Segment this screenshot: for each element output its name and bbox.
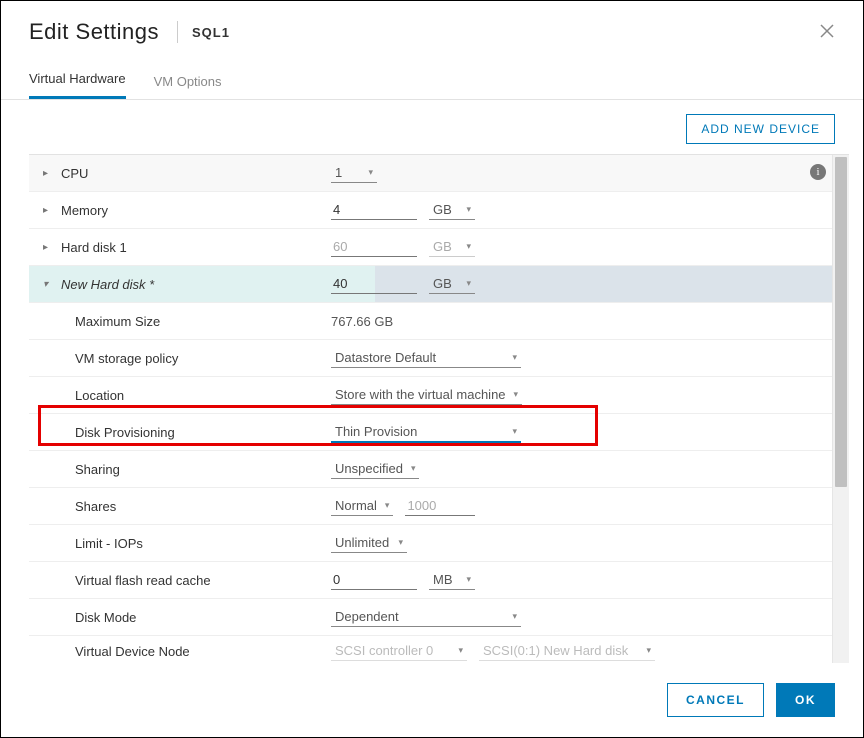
shares-level-select[interactable]: Normal▾ (331, 496, 393, 516)
virtual-flash-label: Virtual flash read cache (75, 573, 211, 588)
memory-unit-select[interactable]: GB▾ (429, 200, 475, 220)
shares-label: Shares (75, 499, 116, 514)
chevron-right-icon: ▸ (43, 205, 53, 216)
toolbar: ADD NEW DEVICE (1, 100, 863, 154)
chevron-right-icon: ▸ (43, 242, 53, 253)
disk-mode-label: Disk Mode (75, 610, 136, 625)
scroll-wrap: ▸ CPU 1▾ i ▸ Memory (29, 154, 849, 663)
tab-vm-options[interactable]: VM Options (154, 66, 222, 99)
dialog-header: Edit Settings SQL1 (1, 1, 863, 53)
row-hard-disk-1[interactable]: ▸ Hard disk 1 GB▾ (29, 229, 832, 266)
disk-mode-select[interactable]: Dependent▾ (331, 607, 521, 627)
new-hard-disk-size-input[interactable] (331, 274, 417, 294)
row-location: Location Store with the virtual machine▾ (29, 377, 832, 414)
sharing-label: Sharing (75, 462, 120, 477)
device-rows: ▸ CPU 1▾ i ▸ Memory (29, 155, 832, 663)
edit-settings-dialog: Edit Settings SQL1 Virtual Hardware VM O… (0, 0, 864, 738)
storage-policy-select[interactable]: Datastore Default▾ (331, 348, 521, 368)
row-memory[interactable]: ▸ Memory GB▾ (29, 192, 832, 229)
dialog-subtitle: SQL1 (192, 25, 230, 40)
dialog-body: ▸ CPU 1▾ i ▸ Memory (1, 154, 863, 663)
scsi-controller-select[interactable]: SCSI controller 0▾ (331, 641, 467, 661)
limit-iops-label: Limit - IOPs (75, 536, 143, 551)
title-divider (177, 21, 178, 43)
scrollbar-thumb[interactable] (835, 157, 847, 487)
new-hard-disk-label: New Hard disk * (61, 277, 154, 292)
row-maximum-size: Maximum Size 767.66 GB (29, 303, 832, 340)
row-virtual-device-node: Virtual Device Node SCSI controller 0▾ S… (29, 636, 832, 663)
cancel-button[interactable]: CANCEL (667, 683, 764, 717)
virtual-device-node-label: Virtual Device Node (75, 644, 190, 659)
row-virtual-flash: Virtual flash read cache MB▾ (29, 562, 832, 599)
cpu-label: CPU (61, 166, 88, 181)
hard-disk-1-label: Hard disk 1 (61, 240, 127, 255)
disk-provisioning-label: Disk Provisioning (75, 425, 175, 440)
location-select[interactable]: Store with the virtual machine▾ (331, 385, 522, 405)
row-limit-iops: Limit - IOPs Unlimited▾ (29, 525, 832, 562)
limit-iops-select[interactable]: Unlimited▾ (331, 533, 407, 553)
tab-bar: Virtual Hardware VM Options (1, 53, 863, 100)
virtual-flash-unit-select[interactable]: MB▾ (429, 570, 475, 590)
row-vm-storage-policy: VM storage policy Datastore Default▾ (29, 340, 832, 377)
hard-disk-1-unit-select[interactable]: GB▾ (429, 237, 475, 257)
info-icon[interactable]: i (810, 164, 826, 180)
chevron-down-icon: ▾ (43, 279, 53, 290)
add-new-device-button[interactable]: ADD NEW DEVICE (686, 114, 835, 144)
maximum-size-label: Maximum Size (75, 314, 160, 329)
row-sharing: Sharing Unspecified▾ (29, 451, 832, 488)
row-disk-provisioning: Disk Provisioning Thin Provision▾ (29, 414, 832, 451)
row-shares: Shares Normal▾ (29, 488, 832, 525)
virtual-flash-input[interactable] (331, 570, 417, 590)
memory-label: Memory (61, 203, 108, 218)
shares-value-input[interactable] (405, 496, 475, 516)
vertical-scrollbar[interactable] (832, 155, 849, 663)
memory-input[interactable] (331, 200, 417, 220)
hard-disk-1-size-input[interactable] (331, 237, 417, 257)
row-disk-mode: Disk Mode Dependent▾ (29, 599, 832, 636)
sharing-select[interactable]: Unspecified▾ (331, 459, 419, 479)
storage-policy-label: VM storage policy (75, 351, 178, 366)
dialog-title: Edit Settings (29, 19, 159, 45)
new-hard-disk-unit-select[interactable]: GB▾ (429, 274, 475, 294)
dialog-footer: CANCEL OK (1, 663, 863, 737)
row-new-hard-disk[interactable]: ▾ New Hard disk * GB▾ (29, 266, 832, 303)
tab-virtual-hardware[interactable]: Virtual Hardware (29, 63, 126, 99)
cpu-select[interactable]: 1▾ (331, 163, 377, 183)
maximum-size-value: 767.66 GB (331, 314, 393, 329)
ok-button[interactable]: OK (776, 683, 835, 717)
location-label: Location (75, 388, 124, 403)
chevron-right-icon: ▸ (43, 168, 53, 179)
close-icon[interactable] (819, 23, 835, 44)
scsi-disk-select[interactable]: SCSI(0:1) New Hard disk▾ (479, 641, 655, 661)
disk-provisioning-select[interactable]: Thin Provision▾ (331, 422, 521, 443)
row-cpu[interactable]: ▸ CPU 1▾ i (29, 155, 832, 192)
